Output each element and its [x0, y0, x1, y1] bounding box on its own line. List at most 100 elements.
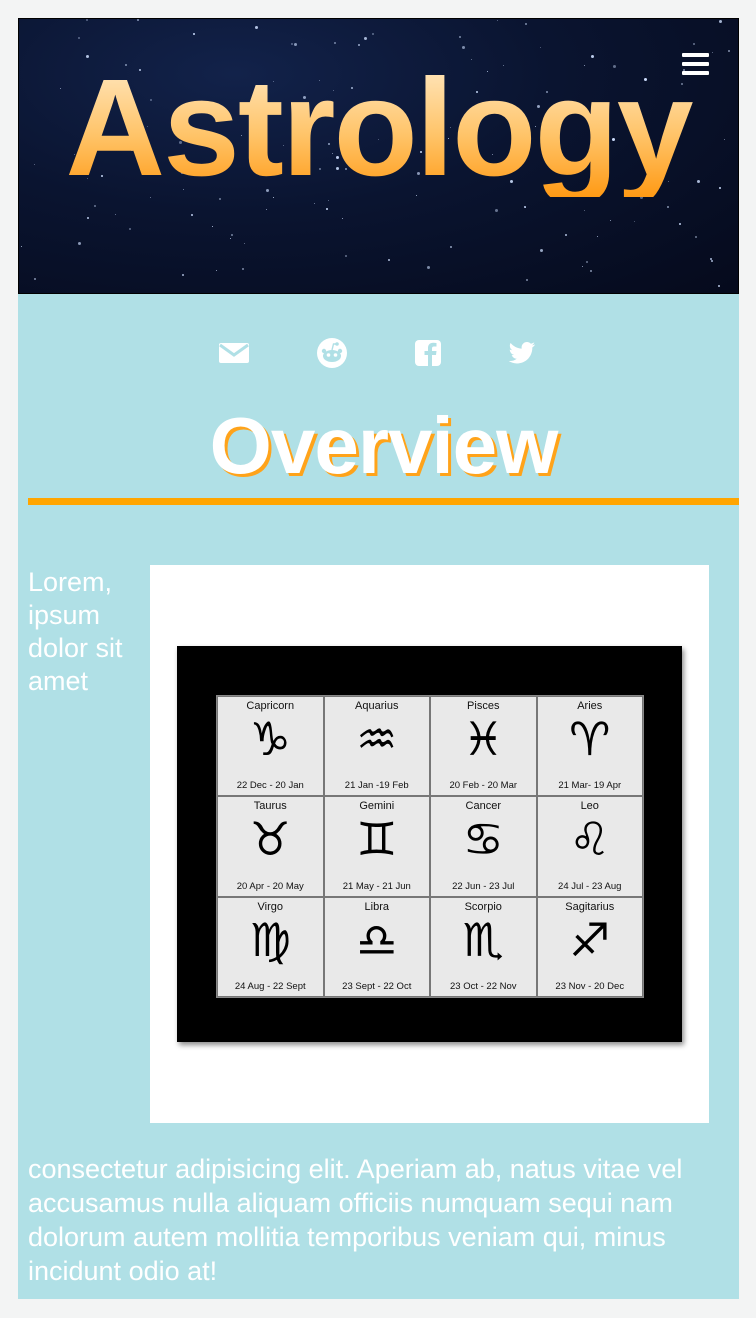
zodiac-cell: Cancer ♋ 22 Jun - 23 Jul: [430, 796, 537, 897]
social-links: [18, 334, 739, 374]
hero-header: Astrology: [18, 18, 739, 294]
zodiac-cell: Gemini ♊ 21 May - 21 Jun: [323, 796, 430, 897]
zodiac-name: Virgo: [257, 900, 283, 913]
zodiac-symbol-icon: ♐: [569, 912, 611, 967]
star: [727, 49, 730, 52]
star: [87, 216, 90, 219]
star: [717, 284, 720, 287]
star: [695, 235, 698, 238]
zodiac-dates: 23 Sept - 22 Oct: [342, 981, 412, 992]
zodiac-image: Capricorn ♑ 22 Dec - 20 Jan Aquarius ♒ 21 Jan…: [150, 565, 709, 1123]
zodiac-name: Scorpio: [464, 900, 502, 913]
star: [293, 42, 297, 46]
zodiac-dates: 24 Jul - 23 Aug: [558, 880, 622, 892]
zodiac-cell: Scorpio ♏ 23 Oct - 22 Nov: [430, 896, 537, 997]
star: [525, 278, 528, 281]
star: [325, 208, 328, 211]
zodiac-symbol-icon: ♏: [462, 912, 504, 967]
star: [136, 19, 139, 22]
zodiac-cell: Pisces ♓ 20 Feb - 20 Mar: [430, 696, 537, 797]
star: [243, 242, 245, 244]
zodiac-dates: 24 Aug - 22 Sept: [234, 981, 306, 992]
star: [21, 246, 23, 248]
star: [212, 225, 214, 227]
star: [596, 235, 598, 237]
star: [193, 32, 196, 35]
zodiac-cell: Aquarius ♒ 21 Jan -19 Feb: [323, 696, 430, 797]
zodiac-cell: Sagitarius ♐ 23 Nov - 20 Dec: [536, 896, 643, 997]
star: [114, 214, 116, 216]
star: [590, 270, 593, 273]
star: [216, 270, 217, 272]
main-content: Overview Lorem, ipsum dolor sit amet Cap…: [18, 294, 739, 1299]
zodiac-name: Aries: [577, 700, 603, 712]
star: [497, 19, 499, 21]
star: [718, 20, 722, 24]
zodiac-name: Pisces: [467, 700, 500, 712]
facebook-icon[interactable]: [414, 334, 448, 370]
zodiac-grid: Capricorn ♑ 22 Dec - 20 Jan Aquarius ♒ 21 Jan…: [216, 695, 644, 998]
site-title: Astrology: [19, 59, 738, 197]
star: [78, 241, 82, 245]
star: [358, 44, 360, 46]
zodiac-dates: 21 Jan -19 Feb: [344, 780, 409, 792]
zodiac-symbol-icon: ♌: [569, 812, 611, 867]
reddit-icon[interactable]: [316, 334, 350, 370]
email-icon[interactable]: [218, 334, 252, 370]
star: [230, 234, 233, 237]
star: [230, 237, 232, 239]
zodiac-dates: 21 May - 21 Jun: [342, 880, 411, 892]
zodiac-name: Capricorn: [246, 700, 295, 712]
zodiac-dates: 20 Apr - 20 May: [236, 880, 304, 892]
zodiac-cell: Taurus ♉ 20 Apr - 20 May: [217, 796, 324, 897]
star: [586, 260, 589, 263]
zodiac-symbol-icon: ♈: [569, 712, 611, 766]
star: [265, 209, 267, 210]
twitter-icon[interactable]: [506, 334, 540, 370]
zodiac-cell: Capricorn ♑ 22 Dec - 20 Jan: [217, 696, 324, 797]
star: [364, 36, 368, 40]
star: [581, 265, 583, 267]
star: [666, 205, 669, 208]
star: [539, 248, 543, 252]
zodiac-name: Taurus: [253, 800, 287, 813]
star: [85, 19, 88, 22]
star: [426, 265, 430, 269]
zodiac-dates: 21 Mar- 19 Apr: [558, 780, 622, 792]
zodiac-name: Sagitarius: [565, 900, 615, 913]
star: [372, 33, 375, 36]
zodiac-symbol-icon: ♑: [249, 712, 291, 766]
star: [564, 233, 567, 236]
star: [693, 43, 696, 46]
star: [678, 222, 681, 225]
zodiac-dates: 22 Dec - 20 Jan: [236, 780, 304, 792]
star: [290, 43, 293, 46]
zodiac-name: Leo: [580, 800, 599, 813]
star: [459, 35, 462, 38]
star: [181, 274, 184, 277]
zodiac-dates: 20 Feb - 20 Mar: [449, 780, 518, 792]
zodiac-symbol-icon: ♒: [356, 712, 398, 766]
zodiac-name: Libra: [364, 900, 389, 913]
star: [241, 268, 244, 271]
star: [523, 206, 526, 209]
zodiac-symbol-icon: ♋: [462, 812, 504, 867]
star: [345, 254, 348, 257]
star: [711, 260, 714, 263]
zodiac-dates: 22 Jun - 23 Jul: [452, 880, 515, 892]
zodiac-symbol-icon: ♊: [356, 812, 398, 867]
heading-divider: [28, 498, 739, 505]
zodiac-poster: Capricorn ♑ 22 Dec - 20 Jan Aquarius ♒ 21 Jan…: [177, 646, 682, 1042]
zodiac-symbol-icon: ♍: [249, 912, 291, 967]
zodiac-symbol-icon: ♓: [462, 712, 504, 766]
zodiac-symbol-icon: ♉: [249, 812, 291, 867]
zodiac-name: Gemini: [359, 800, 395, 813]
star: [341, 218, 343, 220]
zodiac-dates: 23 Oct - 22 Nov: [449, 981, 517, 992]
star: [495, 209, 499, 213]
star: [634, 220, 636, 222]
zodiac-cell: Leo ♌ 24 Jul - 23 Aug: [536, 796, 643, 897]
zodiac-dates: 23 Nov - 20 Dec: [555, 981, 625, 992]
star: [128, 227, 131, 230]
hamburger-menu-icon[interactable]: [682, 53, 710, 75]
